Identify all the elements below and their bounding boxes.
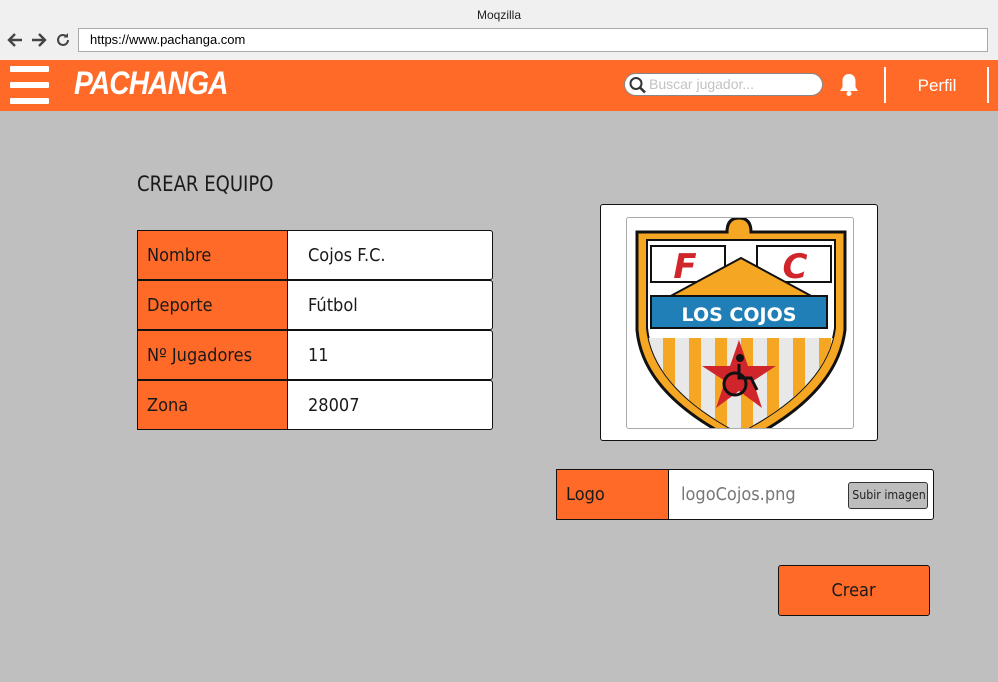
- profile-link[interactable]: Perfil: [888, 60, 986, 111]
- menu-icon[interactable]: [10, 66, 50, 104]
- bell-icon[interactable]: [838, 72, 860, 98]
- browser-nav-bar: https://www.pachanga.com: [0, 26, 998, 61]
- logo-upload-row: Logo logoCojos.png Subir imagen: [556, 469, 934, 520]
- page-title: CREAR EQUIPO: [137, 172, 274, 196]
- back-arrow-icon[interactable]: [6, 31, 24, 49]
- name-field[interactable]: Cojos F.C.: [287, 230, 493, 280]
- logo-label: Logo: [556, 469, 669, 520]
- team-form: Nombre Cojos F.C. Deporte Fútbol Nº Juga…: [137, 230, 493, 430]
- crest-letter-left: F: [673, 247, 696, 287]
- reload-icon[interactable]: [54, 31, 72, 49]
- sport-label: Deporte: [137, 280, 288, 330]
- window-title-bar: Moqzilla: [0, 0, 998, 26]
- create-button[interactable]: Crear: [778, 565, 930, 616]
- logo-preview: F C LOS COJOS: [600, 204, 878, 441]
- zone-field[interactable]: 28007: [287, 380, 493, 430]
- address-bar[interactable]: https://www.pachanga.com: [78, 28, 988, 52]
- team-crest-image: F C LOS COJOS: [626, 217, 854, 429]
- crest-letter-right: C: [783, 247, 808, 287]
- upload-image-button[interactable]: Subir imagen: [848, 482, 928, 509]
- sport-field[interactable]: Fútbol: [287, 280, 493, 330]
- players-label: Nº Jugadores: [137, 330, 288, 380]
- search-icon: [629, 77, 646, 94]
- name-label: Nombre: [137, 230, 288, 280]
- form-row-name: Nombre Cojos F.C.: [137, 230, 493, 280]
- window-title: Moqzilla: [476, 8, 521, 22]
- player-search[interactable]: [624, 73, 823, 96]
- header-divider: [987, 67, 989, 103]
- form-row-players: Nº Jugadores 11: [137, 330, 493, 380]
- crest-banner-text: LOS COJOS: [682, 304, 797, 326]
- zone-label: Zona: [137, 380, 288, 430]
- app-logo[interactable]: PACHANGA: [74, 65, 228, 102]
- form-row-sport: Deporte Fútbol: [137, 280, 493, 330]
- app-header: PACHANGA Perfil: [0, 60, 998, 111]
- header-divider: [884, 67, 886, 103]
- forward-arrow-icon[interactable]: [30, 31, 48, 49]
- players-field[interactable]: 11: [287, 330, 493, 380]
- form-row-zone: Zona 28007: [137, 380, 493, 430]
- search-input[interactable]: [649, 76, 817, 92]
